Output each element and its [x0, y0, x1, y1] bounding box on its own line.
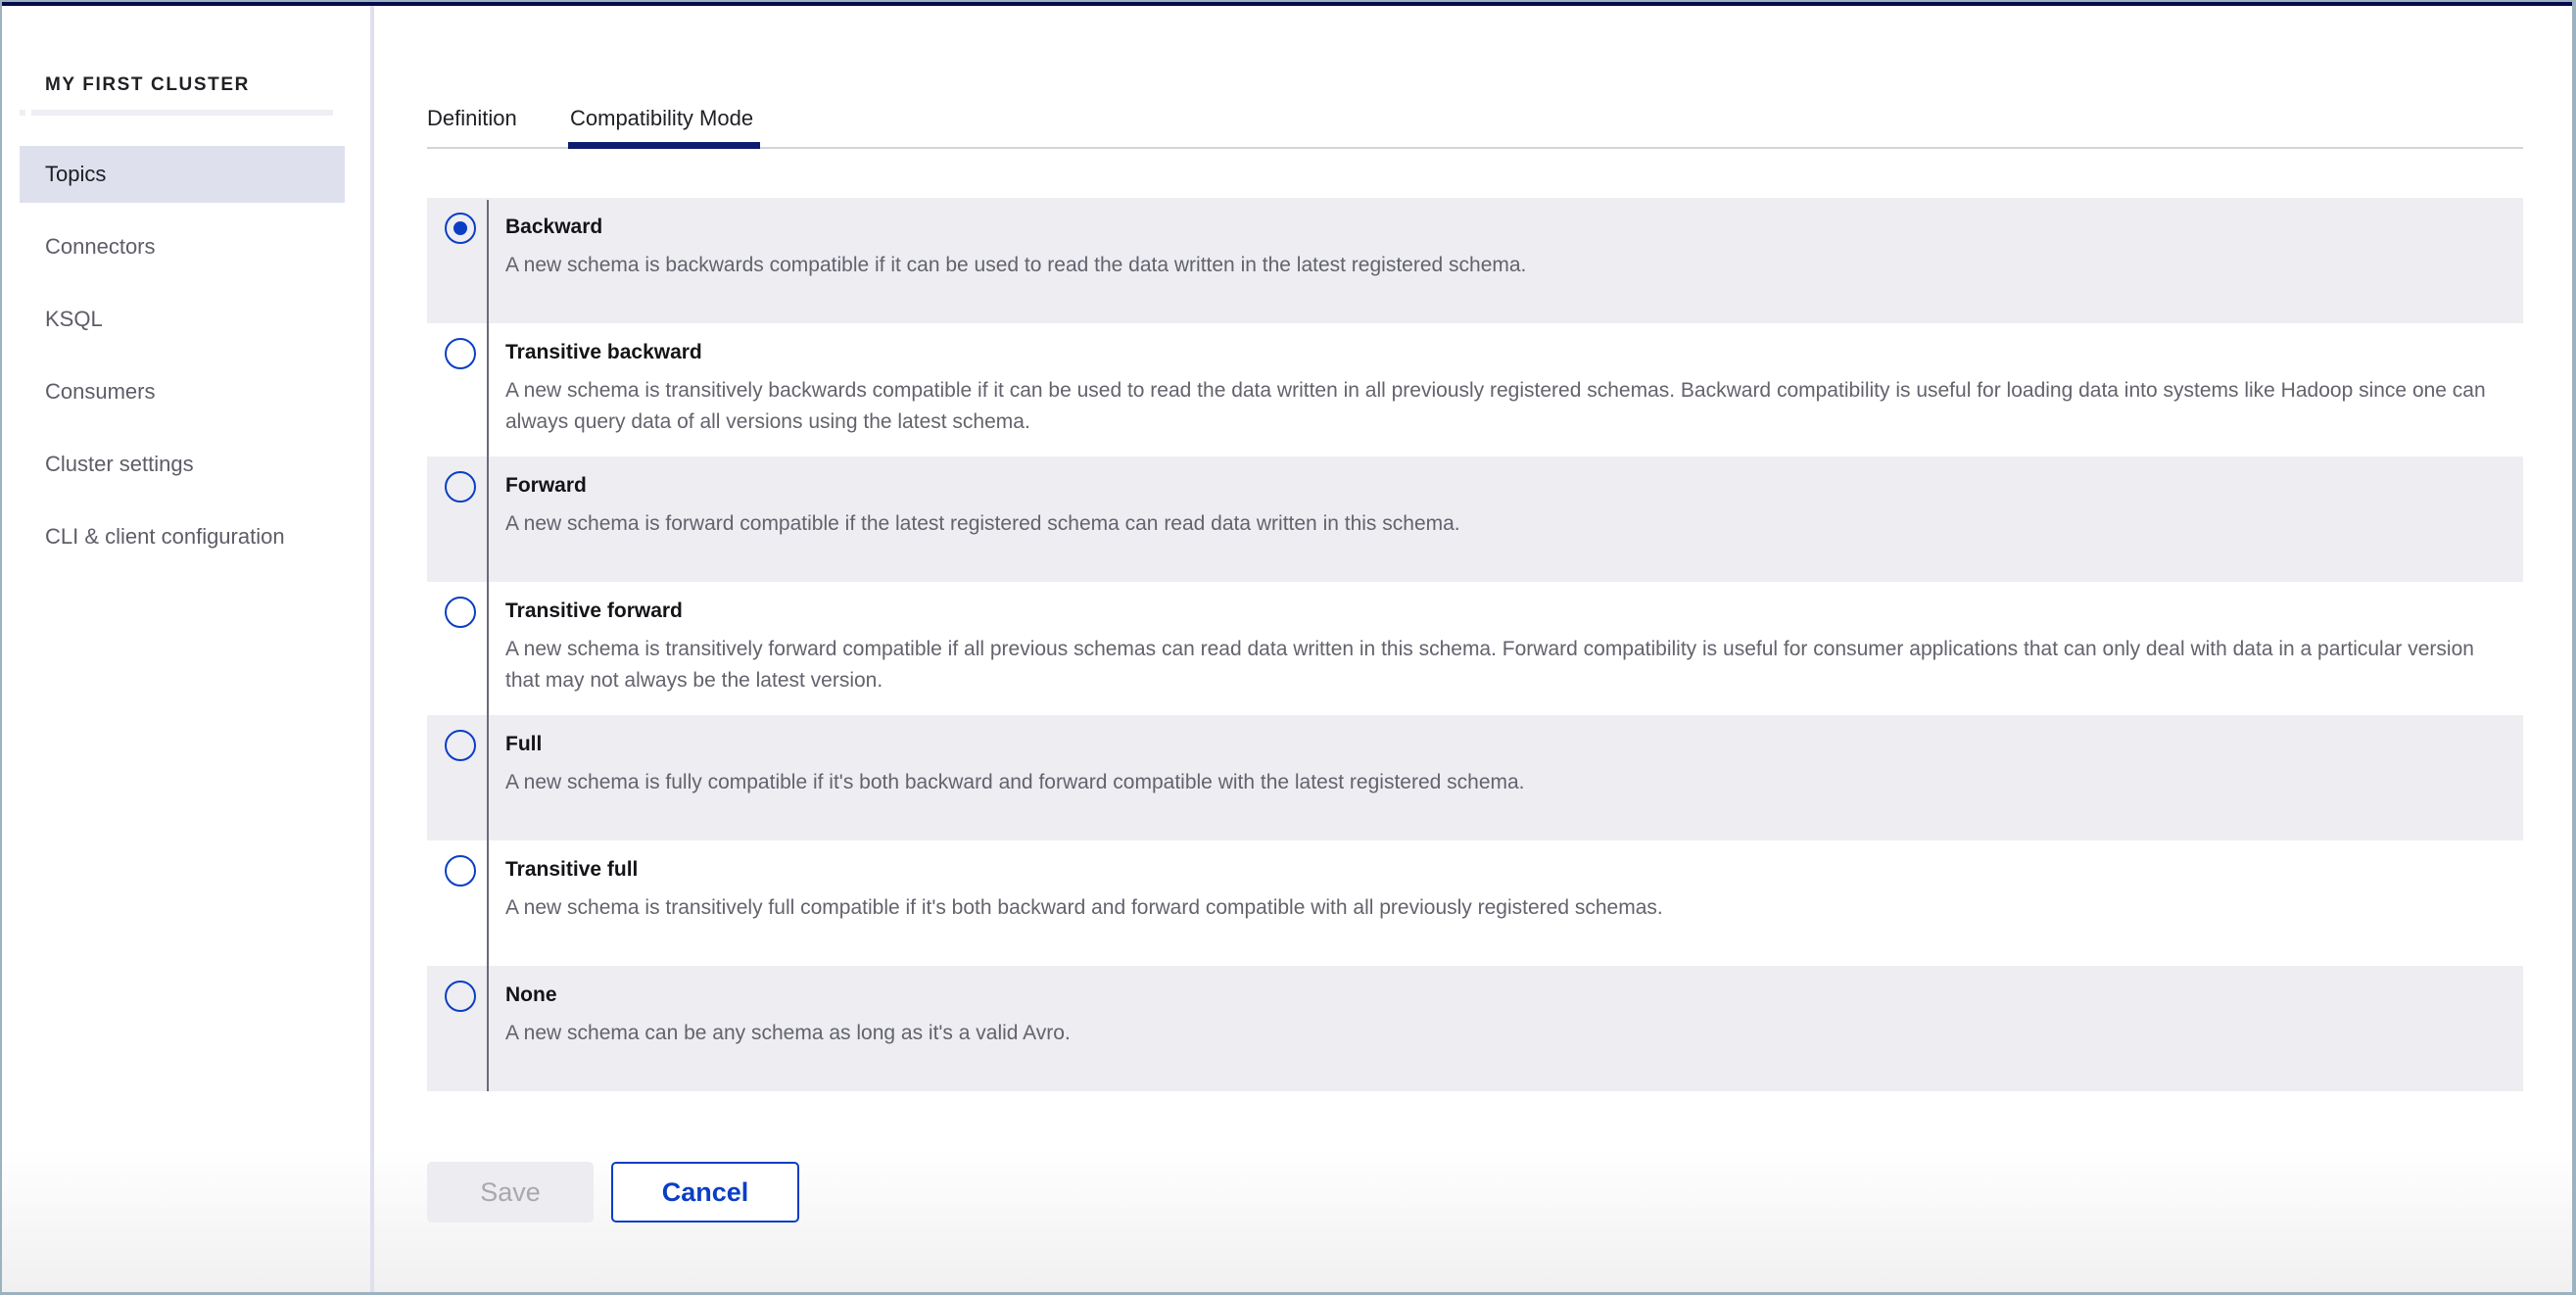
option-description: A new schema is fully compatible if it's…	[505, 771, 1525, 793]
option-transitive-forward[interactable]: Transitive forward A new schema is trans…	[427, 582, 2523, 715]
radio-checked-icon[interactable]	[445, 213, 476, 244]
option-description: A new schema is transitively full compat…	[505, 896, 1663, 919]
sidebar-nav: Topics Connectors KSQL Consumers Cluster…	[20, 146, 345, 581]
save-button[interactable]: Save	[427, 1162, 594, 1223]
sidebar-item-topics[interactable]: Topics	[20, 146, 345, 203]
tab-bar: Definition Compatibility Mode	[427, 96, 2523, 149]
option-rail	[487, 456, 489, 582]
cluster-divider	[20, 110, 335, 116]
radio-unchecked-icon[interactable]	[445, 730, 476, 761]
sidebar-item-ksql[interactable]: KSQL	[20, 291, 345, 348]
cluster-divider-segment	[31, 110, 333, 116]
option-description: A new schema can be any schema as long a…	[505, 1022, 1071, 1044]
sidebar-item-cli-client-configuration[interactable]: CLI & client configuration	[20, 508, 345, 565]
option-title: Transitive backward	[505, 341, 702, 363]
option-rail	[487, 323, 489, 456]
option-description: A new schema is backwards compatible if …	[505, 254, 1527, 276]
tab-definition[interactable]: Definition	[427, 106, 517, 131]
radio-unchecked-icon[interactable]	[445, 981, 476, 1012]
option-forward[interactable]: Forward A new schema is forward compatib…	[427, 456, 2523, 582]
option-rail	[487, 966, 489, 1091]
option-none[interactable]: None A new schema can be any schema as l…	[427, 966, 2523, 1091]
option-rail	[487, 840, 489, 966]
active-tab-indicator	[568, 142, 760, 149]
top-accent-bar	[2, 2, 2572, 6]
option-title: Transitive full	[505, 858, 639, 881]
cluster-title: MY FIRST CLUSTER	[45, 74, 250, 95]
option-description: A new schema is transitively forward com…	[505, 638, 2474, 692]
tab-compatibility-mode[interactable]: Compatibility Mode	[570, 106, 753, 131]
app-window: MY FIRST CLUSTER Topics Connectors KSQL …	[2, 2, 2572, 1292]
sidebar-item-cluster-settings[interactable]: Cluster settings	[20, 436, 345, 493]
option-full[interactable]: Full A new schema is fully compatible if…	[427, 715, 2523, 840]
option-description: A new schema is transitively backwards c…	[505, 379, 2486, 433]
option-title: None	[505, 983, 557, 1006]
cluster-divider-segment	[20, 110, 25, 116]
sidebar-item-connectors[interactable]: Connectors	[20, 218, 345, 275]
compatibility-options: Backward A new schema is backwards compa…	[427, 198, 2523, 1091]
option-description: A new schema is forward compatible if th…	[505, 512, 1460, 535]
radio-unchecked-icon[interactable]	[445, 855, 476, 887]
option-transitive-backward[interactable]: Transitive backward A new schema is tran…	[427, 323, 2523, 456]
option-rail	[487, 582, 489, 715]
option-title: Transitive forward	[505, 600, 683, 622]
option-rail	[487, 715, 489, 840]
option-backward[interactable]: Backward A new schema is backwards compa…	[427, 198, 2523, 323]
radio-unchecked-icon[interactable]	[445, 597, 476, 628]
option-title: Backward	[505, 216, 603, 238]
radio-unchecked-icon[interactable]	[445, 338, 476, 369]
option-transitive-full[interactable]: Transitive full A new schema is transiti…	[427, 840, 2523, 966]
sidebar: MY FIRST CLUSTER Topics Connectors KSQL …	[2, 6, 370, 1292]
option-title: Full	[505, 733, 543, 755]
sidebar-divider	[370, 6, 374, 1292]
sidebar-item-consumers[interactable]: Consumers	[20, 363, 345, 420]
option-title: Forward	[505, 474, 587, 497]
radio-unchecked-icon[interactable]	[445, 471, 476, 503]
cancel-button[interactable]: Cancel	[611, 1162, 799, 1223]
option-rail	[487, 200, 489, 323]
